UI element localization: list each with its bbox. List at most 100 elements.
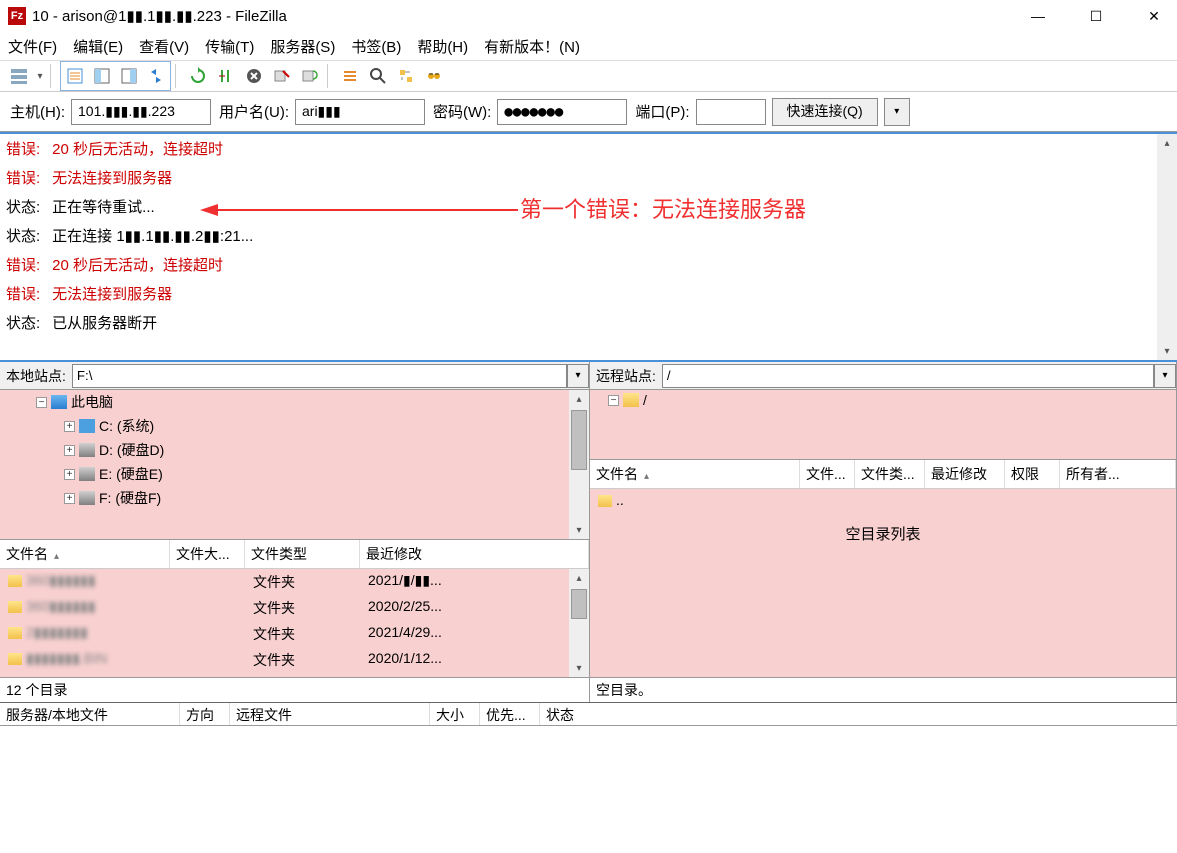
list-item[interactable]: 360▮▮▮▮▮▮文件夹2020/2/25... xyxy=(0,595,589,621)
quick-connect-button[interactable]: 快速连接(Q) xyxy=(772,98,878,126)
minimize-button[interactable]: — xyxy=(1023,4,1053,28)
compare-icon[interactable] xyxy=(365,63,391,89)
local-tree-scrollbar[interactable]: ▴▾ xyxy=(569,390,589,539)
list-item[interactable]: .. xyxy=(590,489,1176,511)
log-line: 错误: 20 秒后无活动，连接超时 xyxy=(0,134,1177,163)
remote-pane: 远程站点: ▾ −/ 文件名▴ 文件... 文件类... 最近修改 权限 所有者… xyxy=(590,362,1177,702)
col-size[interactable]: 文件... xyxy=(800,460,855,488)
search-icon[interactable] xyxy=(421,63,447,89)
site-manager-icon[interactable] xyxy=(6,63,32,89)
tree-expand-icon[interactable]: + xyxy=(64,493,75,504)
filter-icon[interactable] xyxy=(337,63,363,89)
drive-icon xyxy=(79,443,95,457)
menu-bookmarks[interactable]: 书签(B) xyxy=(351,36,401,57)
remote-site-label: 远程站点: xyxy=(590,366,662,386)
local-site-label: 本地站点: xyxy=(0,366,72,386)
toggle-queue-icon[interactable] xyxy=(143,63,169,89)
site-manager-dropdown[interactable]: ▾ xyxy=(34,63,46,89)
host-input[interactable] xyxy=(71,99,211,125)
refresh-icon[interactable] xyxy=(185,63,211,89)
remote-file-list[interactable]: 文件名▴ 文件... 文件类... 最近修改 权限 所有者... .. 空目录列… xyxy=(590,460,1176,677)
maximize-button[interactable]: ☐ xyxy=(1081,4,1111,28)
local-file-list[interactable]: 文件名▴ 文件大... 文件类型 最近修改 360▮▮▮▮▮▮文件夹2021/▮… xyxy=(0,540,589,677)
q-col-remote[interactable]: 远程文件 xyxy=(230,703,430,725)
log-scrollbar[interactable]: ▴ ▾ xyxy=(1157,134,1177,360)
toggle-local-tree-icon[interactable] xyxy=(89,63,115,89)
q-col-size[interactable]: 大小 xyxy=(430,703,480,725)
close-button[interactable]: ✕ xyxy=(1139,4,1169,28)
toggle-log-icon[interactable] xyxy=(62,63,88,89)
log-panel[interactable]: 错误: 20 秒后无活动，连接超时错误: 无法连接到服务器状态: 正在等待重试.… xyxy=(0,132,1177,362)
col-type[interactable]: 文件类... xyxy=(855,460,925,488)
pc-icon xyxy=(51,395,67,409)
tree-expand-icon[interactable]: + xyxy=(64,445,75,456)
tree-drive-item[interactable]: +F: (硬盘F) xyxy=(0,486,589,510)
folder-icon xyxy=(8,575,22,587)
menubar: 文件(F) 编辑(E) 查看(V) 传输(T) 服务器(S) 书签(B) 帮助(… xyxy=(0,32,1177,60)
col-filename[interactable]: 文件名▴ xyxy=(0,540,170,568)
empty-dir-message: 空目录列表 xyxy=(590,523,1176,544)
process-queue-icon[interactable] xyxy=(213,63,239,89)
local-tree[interactable]: −此电脑 +C: (系统)+D: (硬盘D)+E: (硬盘E)+F: (硬盘F)… xyxy=(0,390,589,540)
menu-help[interactable]: 帮助(H) xyxy=(417,36,468,57)
col-size[interactable]: 文件大... xyxy=(170,540,245,568)
folder-icon xyxy=(623,393,639,407)
tree-collapse-icon[interactable]: − xyxy=(36,397,47,408)
menu-server[interactable]: 服务器(S) xyxy=(270,36,335,57)
tree-drive-item[interactable]: +D: (硬盘D) xyxy=(0,438,589,462)
log-line: 错误: 无法连接到服务器 xyxy=(0,279,1177,308)
user-label: 用户名(U): xyxy=(219,101,289,122)
local-list-scrollbar[interactable]: ▴▾ xyxy=(569,569,589,677)
tree-drive-item[interactable]: +C: (系统) xyxy=(0,414,589,438)
toolbar: ▾ xyxy=(0,60,1177,92)
remote-tree[interactable]: −/ xyxy=(590,390,1176,460)
list-item[interactable]: 360▮▮▮▮▮▮文件夹2021/▮/▮▮... xyxy=(0,569,589,595)
scroll-down-icon[interactable]: ▾ xyxy=(1157,342,1177,360)
list-item[interactable]: ▮▮▮▮▮▮▮.BIN文件夹2020/1/12... xyxy=(0,647,589,673)
log-line: 状态: 正在连接 1▮▮.1▮▮.▮▮.2▮▮:21... xyxy=(0,221,1177,250)
menu-update[interactable]: 有新版本！(N) xyxy=(484,36,580,57)
drive-icon xyxy=(79,491,95,505)
q-col-status[interactable]: 状态 xyxy=(540,703,1177,725)
menu-view[interactable]: 查看(V) xyxy=(139,36,189,57)
window-title: 10 - arison@1▮▮.1▮▮.▮▮.223 - FileZilla xyxy=(32,7,287,25)
local-path-input[interactable] xyxy=(72,364,567,388)
log-line: 错误: 20 秒后无活动，连接超时 xyxy=(0,250,1177,279)
list-item[interactable]: .. xyxy=(0,673,589,677)
remote-path-input[interactable] xyxy=(662,364,1154,388)
col-permissions[interactable]: 权限 xyxy=(1005,460,1060,488)
col-filename[interactable]: 文件名▴ xyxy=(590,460,800,488)
tree-collapse-icon[interactable]: − xyxy=(608,395,619,406)
scroll-up-icon[interactable]: ▴ xyxy=(1157,134,1177,152)
remote-path-dropdown[interactable]: ▾ xyxy=(1154,364,1176,388)
q-col-priority[interactable]: 优先... xyxy=(480,703,540,725)
app-icon: Fz xyxy=(8,7,26,25)
menu-transfer[interactable]: 传输(T) xyxy=(205,36,254,57)
toggle-remote-tree-icon[interactable] xyxy=(116,63,142,89)
disconnect-icon[interactable] xyxy=(269,63,295,89)
password-input[interactable] xyxy=(497,99,627,125)
user-input[interactable] xyxy=(295,99,425,125)
quick-connect-dropdown[interactable]: ▾ xyxy=(884,98,910,126)
sync-browse-icon[interactable] xyxy=(393,63,419,89)
local-pane: 本地站点: ▾ −此电脑 +C: (系统)+D: (硬盘D)+E: (硬盘E)+… xyxy=(0,362,590,702)
port-input[interactable] xyxy=(696,99,766,125)
menu-edit[interactable]: 编辑(E) xyxy=(73,36,123,57)
tree-expand-icon[interactable]: + xyxy=(64,469,75,480)
col-owner[interactable]: 所有者... xyxy=(1060,460,1176,488)
q-col-direction[interactable]: 方向 xyxy=(180,703,230,725)
col-modified[interactable]: 最近修改 xyxy=(360,540,589,568)
col-modified[interactable]: 最近修改 xyxy=(925,460,1005,488)
list-item[interactable]: 2▮▮▮▮▮▮▮文件夹2021/4/29... xyxy=(0,621,589,647)
menu-file[interactable]: 文件(F) xyxy=(8,36,57,57)
cancel-icon[interactable] xyxy=(241,63,267,89)
drive-icon xyxy=(79,467,95,481)
reconnect-icon[interactable] xyxy=(297,63,323,89)
q-col-server[interactable]: 服务器/本地文件 xyxy=(0,703,180,725)
tree-expand-icon[interactable]: + xyxy=(64,421,75,432)
log-line: 状态: 已从服务器断开 xyxy=(0,308,1177,337)
col-type[interactable]: 文件类型 xyxy=(245,540,360,568)
local-path-dropdown[interactable]: ▾ xyxy=(567,364,589,388)
host-label: 主机(H): xyxy=(10,101,65,122)
tree-drive-item[interactable]: +E: (硬盘E) xyxy=(0,462,589,486)
